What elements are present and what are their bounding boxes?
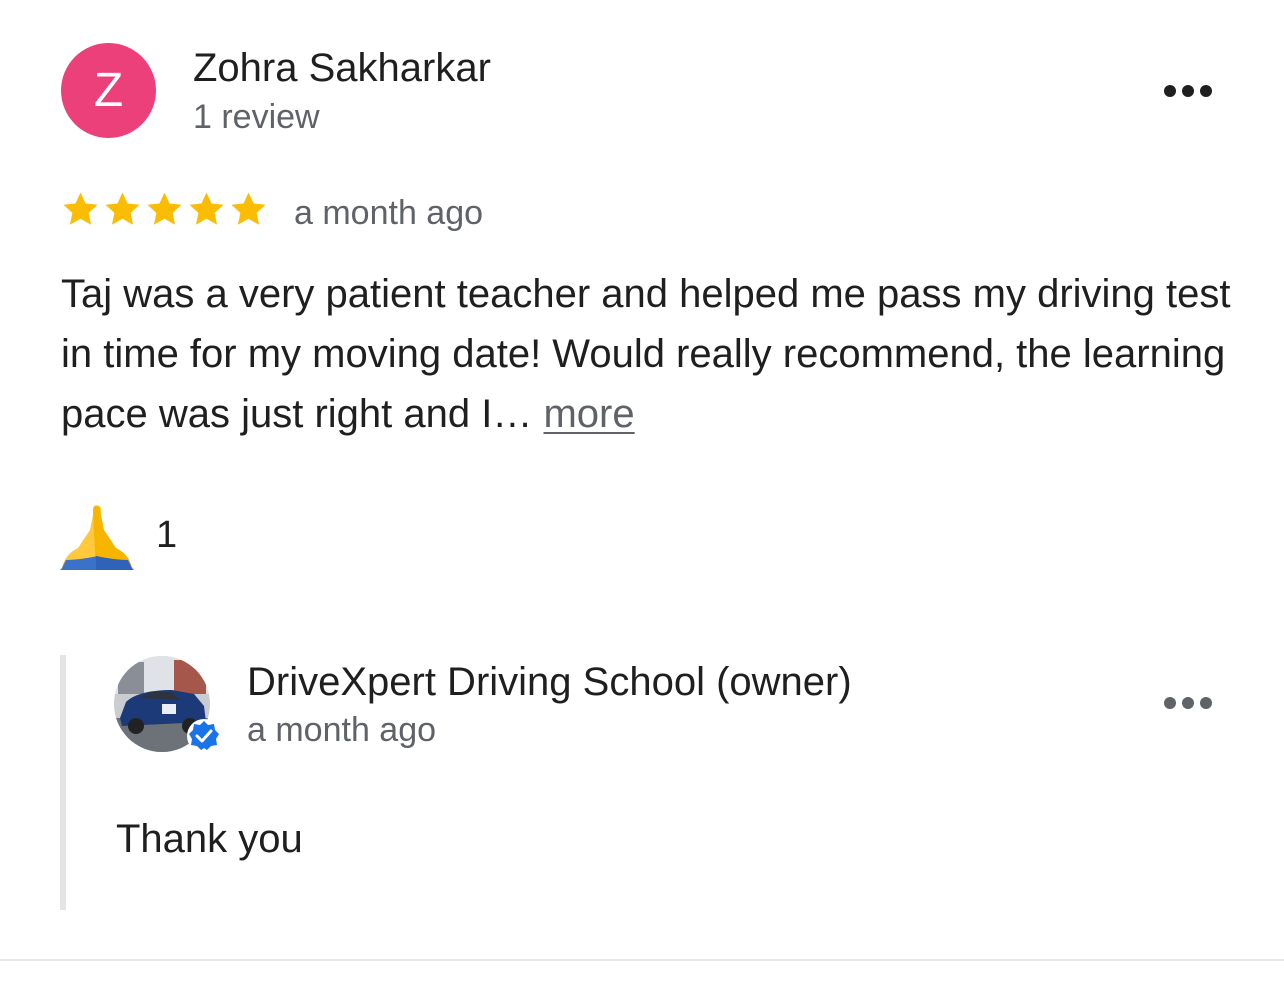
owner-name[interactable]: DriveXpert Driving School (owner) [247,658,852,706]
star-icon [189,192,224,225]
reply-more-options-icon[interactable] [1158,683,1218,723]
menu-dot [1164,85,1176,97]
star-icon [231,192,266,225]
reviewer-initial: Z [93,63,124,117]
reviewer-avatar[interactable]: Z [61,43,156,138]
reaction-count: 1 [156,514,178,556]
review-card: Z Zohra Sakharkar 1 review a month ago T… [0,0,1284,1001]
owner-avatar[interactable] [114,656,221,753]
star-icon [105,192,140,225]
reviewer-review-count: 1 review [193,98,320,136]
reply-indent-bar [60,655,66,910]
menu-dot [1164,697,1176,709]
reviewer-name[interactable]: Zohra Sakharkar [193,44,491,92]
menu-dot [1200,85,1212,97]
verified-badge-icon [187,719,221,753]
review-time: a month ago [294,194,484,232]
folded-hands-emoji-icon[interactable] [60,500,134,570]
star-icon [63,192,98,225]
review-more-options-icon[interactable] [1158,71,1218,111]
menu-dot [1182,85,1194,97]
menu-dot [1200,697,1212,709]
more-link[interactable]: more [543,392,634,436]
star-rating [61,190,268,229]
reply-text: Thank you [116,817,303,861]
reply-time: a month ago [247,711,437,749]
review-body: Taj was a very patient teacher and helpe… [61,272,1231,436]
bottom-divider [0,959,1284,961]
menu-dot [1182,697,1194,709]
review-text: Taj was a very patient teacher and helpe… [61,264,1231,444]
star-icon [147,192,182,225]
